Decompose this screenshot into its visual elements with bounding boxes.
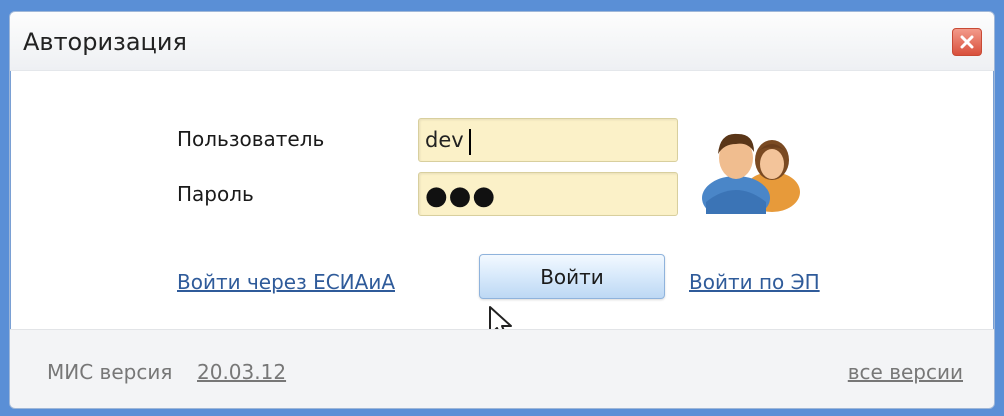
username-field[interactable]: dev (418, 118, 678, 162)
login-dialog: Авторизация Пользователь dev Пароль ●●● … (9, 11, 995, 409)
all-versions-link[interactable]: все версии (848, 360, 963, 384)
login-button[interactable]: Войти (479, 254, 665, 299)
dialog-title: Авторизация (23, 28, 187, 56)
ep-login-link[interactable]: Войти по ЭП (689, 270, 820, 294)
user-label: Пользователь (177, 127, 325, 151)
esia-login-link[interactable]: Войти через ЕСИАиА (177, 270, 395, 294)
close-button[interactable] (952, 28, 982, 56)
version-link[interactable]: 20.03.12 (197, 360, 286, 384)
close-icon (960, 35, 974, 49)
password-field[interactable]: ●●● (418, 172, 678, 216)
username-value: dev (425, 128, 464, 152)
version-label: МИС версия (47, 360, 173, 384)
password-label: Пароль (177, 182, 254, 206)
dialog-titlebar: Авторизация (10, 12, 994, 71)
password-mask: ●●● (425, 181, 497, 211)
dialog-footer: МИС версия 20.03.12 все версии (10, 329, 994, 408)
users-icon (702, 133, 800, 214)
text-caret (469, 129, 471, 155)
